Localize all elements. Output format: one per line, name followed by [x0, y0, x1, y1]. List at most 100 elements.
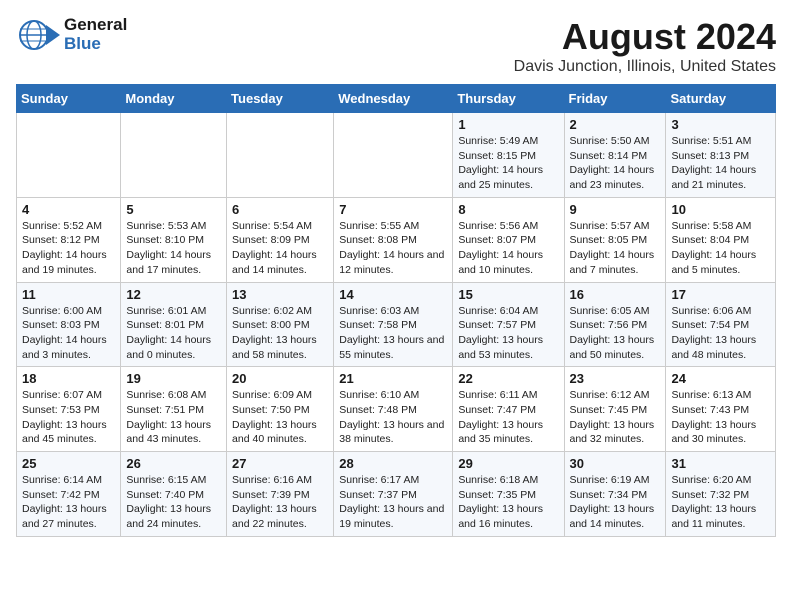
- day-number: 5: [126, 202, 221, 217]
- day-number: 7: [339, 202, 447, 217]
- day-info: Sunrise: 6:07 AMSunset: 7:53 PMDaylight:…: [22, 388, 115, 447]
- day-number: 26: [126, 456, 221, 471]
- calendar-cell: 14 Sunrise: 6:03 AMSunset: 7:58 PMDayligh…: [334, 282, 453, 367]
- calendar-cell: 10Sunrise: 5:58 AMSunset: 8:04 PMDayligh…: [666, 197, 776, 282]
- calendar-cell: [334, 113, 453, 198]
- calendar-cell: 2 Sunrise: 5:50 AMSunset: 8:14 PMDaylight…: [564, 113, 666, 198]
- day-info: Sunrise: 6:13 AMSunset: 7:43 PMDaylight:…: [671, 388, 770, 447]
- calendar-cell: [121, 113, 227, 198]
- main-title: August 2024: [514, 16, 776, 58]
- calendar-cell: 23 Sunrise: 6:12 AMSunset: 7:45 PMDayligh…: [564, 367, 666, 452]
- day-number: 20: [232, 371, 328, 386]
- day-number: 9: [570, 202, 661, 217]
- day-info: Sunrise: 6:10 AMSunset: 7:48 PMDaylight:…: [339, 388, 447, 447]
- day-info: Sunrise: 5:51 AMSunset: 8:13 PMDaylight:…: [671, 134, 770, 193]
- calendar-cell: 27 Sunrise: 6:16 AMSunset: 7:39 PMDayligh…: [227, 452, 334, 537]
- day-number: 16: [570, 287, 661, 302]
- week-row-3: 11 Sunrise: 6:00 AMSunset: 8:03 PMDayligh…: [17, 282, 776, 367]
- day-info: Sunrise: 6:20 AMSunset: 7:32 PMDaylight:…: [671, 473, 770, 532]
- calendar-cell: 20 Sunrise: 6:09 AMSunset: 7:50 PMDayligh…: [227, 367, 334, 452]
- day-number: 24: [671, 371, 770, 386]
- day-number: 15: [458, 287, 558, 302]
- day-info: Sunrise: 6:06 AMSunset: 7:54 PMDaylight:…: [671, 304, 770, 363]
- day-info: Sunrise: 6:00 AMSunset: 8:03 PMDaylight:…: [22, 304, 115, 363]
- calendar-cell: 4 Sunrise: 5:52 AMSunset: 8:12 PMDaylight…: [17, 197, 121, 282]
- logo-text-blue: Blue: [64, 35, 127, 54]
- day-info: Sunrise: 6:03 AMSunset: 7:58 PMDaylight:…: [339, 304, 447, 363]
- weekday-header-friday: Friday: [564, 85, 666, 113]
- day-info: Sunrise: 6:09 AMSunset: 7:50 PMDaylight:…: [232, 388, 328, 447]
- weekday-header-monday: Monday: [121, 85, 227, 113]
- day-number: 23: [570, 371, 661, 386]
- day-info: Sunrise: 5:57 AMSunset: 8:05 PMDaylight:…: [570, 219, 661, 278]
- week-row-5: 25 Sunrise: 6:14 AMSunset: 7:42 PMDayligh…: [17, 452, 776, 537]
- day-number: 29: [458, 456, 558, 471]
- day-number: 2: [570, 117, 661, 132]
- day-info: Sunrise: 5:53 AMSunset: 8:10 PMDaylight:…: [126, 219, 221, 278]
- day-number: 28: [339, 456, 447, 471]
- calendar-cell: 5 Sunrise: 5:53 AMSunset: 8:10 PMDaylight…: [121, 197, 227, 282]
- day-number: 14: [339, 287, 447, 302]
- day-info: Sunrise: 5:52 AMSunset: 8:12 PMDaylight:…: [22, 219, 115, 278]
- subtitle: Davis Junction, Illinois, United States: [514, 58, 776, 76]
- day-info: Sunrise: 5:50 AMSunset: 8:14 PMDaylight:…: [570, 134, 661, 193]
- day-info: Sunrise: 6:12 AMSunset: 7:45 PMDaylight:…: [570, 388, 661, 447]
- calendar-cell: 24 Sunrise: 6:13 AMSunset: 7:43 PMDayligh…: [666, 367, 776, 452]
- day-number: 1: [458, 117, 558, 132]
- day-number: 13: [232, 287, 328, 302]
- calendar-cell: 13 Sunrise: 6:02 AMSunset: 8:00 PMDayligh…: [227, 282, 334, 367]
- day-info: Sunrise: 6:16 AMSunset: 7:39 PMDaylight:…: [232, 473, 328, 532]
- week-row-2: 4 Sunrise: 5:52 AMSunset: 8:12 PMDaylight…: [17, 197, 776, 282]
- day-number: 19: [126, 371, 221, 386]
- calendar-cell: 31Sunrise: 6:20 AMSunset: 7:32 PMDayligh…: [666, 452, 776, 537]
- day-number: 8: [458, 202, 558, 217]
- weekday-header-saturday: Saturday: [666, 85, 776, 113]
- day-info: Sunrise: 6:14 AMSunset: 7:42 PMDaylight:…: [22, 473, 115, 532]
- calendar-cell: 6Sunrise: 5:54 AMSunset: 8:09 PMDaylight…: [227, 197, 334, 282]
- calendar-cell: 11 Sunrise: 6:00 AMSunset: 8:03 PMDayligh…: [17, 282, 121, 367]
- day-info: Sunrise: 6:02 AMSunset: 8:00 PMDaylight:…: [232, 304, 328, 363]
- day-number: 4: [22, 202, 115, 217]
- calendar-cell: 7 Sunrise: 5:55 AMSunset: 8:08 PMDaylight…: [334, 197, 453, 282]
- calendar-cell: 16 Sunrise: 6:05 AMSunset: 7:56 PMDayligh…: [564, 282, 666, 367]
- day-info: Sunrise: 6:05 AMSunset: 7:56 PMDaylight:…: [570, 304, 661, 363]
- calendar-cell: 19 Sunrise: 6:08 AMSunset: 7:51 PMDayligh…: [121, 367, 227, 452]
- weekday-header-wednesday: Wednesday: [334, 85, 453, 113]
- calendar-cell: 28 Sunrise: 6:17 AMSunset: 7:37 PMDayligh…: [334, 452, 453, 537]
- calendar-cell: 15 Sunrise: 6:04 AMSunset: 7:57 PMDayligh…: [453, 282, 564, 367]
- calendar-cell: 30Sunrise: 6:19 AMSunset: 7:34 PMDayligh…: [564, 452, 666, 537]
- weekday-header-row: SundayMondayTuesdayWednesdayThursdayFrid…: [17, 85, 776, 113]
- day-number: 21: [339, 371, 447, 386]
- day-info: Sunrise: 6:08 AMSunset: 7:51 PMDaylight:…: [126, 388, 221, 447]
- calendar-cell: 22 Sunrise: 6:11 AMSunset: 7:47 PMDayligh…: [453, 367, 564, 452]
- day-info: Sunrise: 5:55 AMSunset: 8:08 PMDaylight:…: [339, 219, 447, 278]
- calendar-cell: 12 Sunrise: 6:01 AMSunset: 8:01 PMDayligh…: [121, 282, 227, 367]
- calendar-cell: 26Sunrise: 6:15 AMSunset: 7:40 PMDayligh…: [121, 452, 227, 537]
- day-number: 12: [126, 287, 221, 302]
- day-info: Sunrise: 6:11 AMSunset: 7:47 PMDaylight:…: [458, 388, 558, 447]
- calendar-cell: 9 Sunrise: 5:57 AMSunset: 8:05 PMDaylight…: [564, 197, 666, 282]
- calendar-cell: 25 Sunrise: 6:14 AMSunset: 7:42 PMDayligh…: [17, 452, 121, 537]
- calendar-cell: [227, 113, 334, 198]
- header: General Blue August 2024 Davis Junction,…: [16, 16, 776, 76]
- day-number: 27: [232, 456, 328, 471]
- logo: General Blue: [16, 16, 127, 53]
- day-info: Sunrise: 6:01 AMSunset: 8:01 PMDaylight:…: [126, 304, 221, 363]
- day-info: Sunrise: 5:54 AMSunset: 8:09 PMDaylight:…: [232, 219, 328, 278]
- day-info: Sunrise: 6:04 AMSunset: 7:57 PMDaylight:…: [458, 304, 558, 363]
- day-number: 25: [22, 456, 115, 471]
- day-info: Sunrise: 5:56 AMSunset: 8:07 PMDaylight:…: [458, 219, 558, 278]
- day-number: 17: [671, 287, 770, 302]
- day-number: 18: [22, 371, 115, 386]
- day-number: 22: [458, 371, 558, 386]
- logo-icon: [16, 17, 60, 53]
- calendar-cell: 29Sunrise: 6:18 AMSunset: 7:35 PMDayligh…: [453, 452, 564, 537]
- calendar-cell: 18 Sunrise: 6:07 AMSunset: 7:53 PMDayligh…: [17, 367, 121, 452]
- weekday-header-thursday: Thursday: [453, 85, 564, 113]
- day-info: Sunrise: 6:19 AMSunset: 7:34 PMDaylight:…: [570, 473, 661, 532]
- day-number: 11: [22, 287, 115, 302]
- week-row-4: 18 Sunrise: 6:07 AMSunset: 7:53 PMDayligh…: [17, 367, 776, 452]
- day-info: Sunrise: 6:17 AMSunset: 7:37 PMDaylight:…: [339, 473, 447, 532]
- week-row-1: 1Sunrise: 5:49 AMSunset: 8:15 PMDaylight…: [17, 113, 776, 198]
- calendar-cell: 1Sunrise: 5:49 AMSunset: 8:15 PMDaylight…: [453, 113, 564, 198]
